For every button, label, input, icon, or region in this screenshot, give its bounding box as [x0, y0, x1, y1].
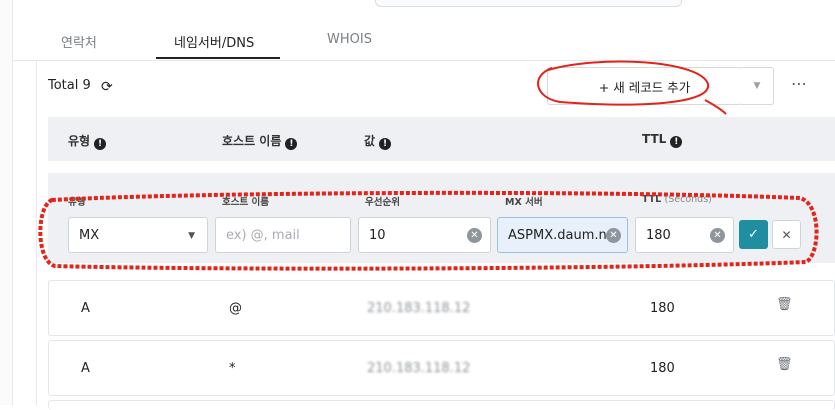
more-options-button[interactable]: ⋯: [791, 74, 808, 93]
check-icon: ✓: [748, 227, 759, 242]
ttl-value: 180: [646, 227, 671, 243]
record-type-select[interactable]: MX ▼: [68, 217, 208, 253]
form-label-type: 유형: [68, 197, 86, 208]
clear-icon[interactable]: ✕: [710, 228, 725, 243]
close-icon: ✕: [781, 227, 792, 242]
host-name-input[interactable]: ex) @, mail: [215, 217, 351, 253]
caret-down-icon: ▼: [753, 81, 761, 91]
record-ttl: 180: [650, 361, 675, 376]
top-search-field[interactable]: [375, 0, 682, 7]
ttl-input[interactable]: 180 ✕: [635, 217, 734, 253]
record-host: *: [229, 361, 236, 376]
chevron-down-icon: ▼: [188, 231, 195, 241]
form-label-priority: 우선순위: [365, 197, 400, 208]
form-label-ttl: TTL (Seconds): [642, 194, 712, 205]
host-name-placeholder: ex) @, mail: [226, 227, 300, 243]
header-value: 값!: [364, 132, 392, 150]
clear-icon[interactable]: ✕: [606, 228, 621, 243]
add-record-dropdown-button[interactable]: ▼: [741, 67, 774, 105]
trash-icon[interactable]: 🗑: [776, 357, 793, 372]
clear-icon[interactable]: ✕: [467, 228, 482, 243]
cancel-button[interactable]: ✕: [772, 220, 801, 249]
info-icon[interactable]: !: [285, 138, 298, 150]
total-count: Total 9: [48, 78, 91, 93]
record-type: A: [81, 361, 90, 376]
refresh-icon[interactable]: ⟳: [101, 79, 113, 95]
header-ttl: TTL!: [642, 132, 683, 148]
tab-whois[interactable]: WHOIS: [327, 32, 372, 47]
form-label-host: 호스트 이름: [222, 197, 270, 208]
active-tab-indicator: [156, 57, 280, 59]
tab-contacts[interactable]: 연락처: [61, 32, 97, 51]
table-header: 유형! 호스트 이름! 값! TTL!: [48, 117, 835, 161]
table-row[interactable]: [48, 400, 835, 410]
table-row[interactable]: A @ 210.183.118.12 180 🗑: [48, 280, 835, 336]
tab-bar: 연락처 네임서버/DNS WHOIS: [12, 12, 835, 61]
add-record-button[interactable]: + 새 레코드 추가: [547, 67, 742, 105]
record-ttl: 180: [650, 301, 675, 316]
priority-value: 10: [369, 227, 386, 243]
mx-server-value: ASPMX.daum.n: [508, 227, 607, 243]
mx-server-input[interactable]: ASPMX.daum.n ✕: [497, 217, 628, 253]
confirm-button[interactable]: ✓: [739, 220, 768, 249]
record-type-value: MX: [79, 227, 100, 243]
trash-icon[interactable]: 🗑: [776, 297, 793, 312]
info-icon[interactable]: !: [94, 138, 107, 150]
record-value: 210.183.118.12: [367, 301, 471, 316]
info-icon[interactable]: !: [670, 136, 683, 148]
record-host: @: [229, 301, 242, 316]
record-type: A: [81, 301, 90, 316]
record-value: 210.183.118.12: [367, 361, 471, 376]
form-label-mx: MX 서버: [505, 197, 543, 208]
header-type: 유형!: [68, 132, 107, 150]
table-row[interactable]: A * 210.183.118.12 180 🗑: [48, 340, 835, 396]
header-host: 호스트 이름!: [222, 132, 298, 150]
info-icon[interactable]: !: [379, 138, 392, 150]
priority-input[interactable]: 10 ✕: [358, 217, 491, 253]
tab-nameserver-dns[interactable]: 네임서버/DNS: [174, 32, 254, 51]
